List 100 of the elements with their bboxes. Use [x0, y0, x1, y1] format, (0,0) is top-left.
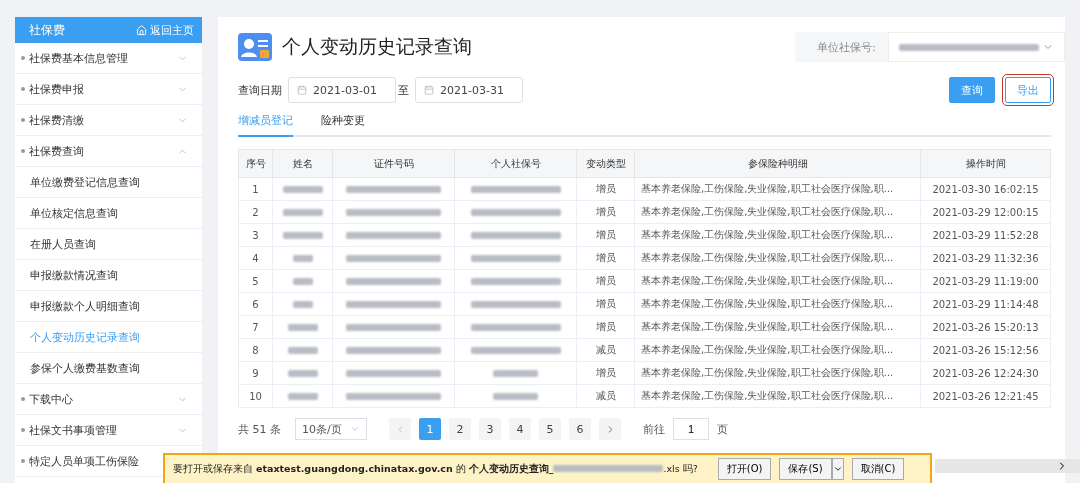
table-cell: 基本养老保险,工伤保险,失业保险,职工社会医疗保险,职...: [634, 246, 921, 270]
redacted-text: [287, 369, 318, 377]
redacted-text: [287, 392, 318, 400]
table-cell: 2021-03-26 15:20:13: [920, 315, 1051, 339]
column-header: 个人社保号: [454, 149, 577, 178]
table-cell: 9: [238, 361, 273, 385]
total-count: 共 51 条: [238, 421, 281, 437]
table-cell: 2021-03-29 12:00:15: [920, 200, 1051, 224]
table-cell: 2021-03-29 11:14:48: [920, 292, 1051, 316]
table-cell: 基本养老保险,工伤保险,失业保险,职工社会医疗保险,职...: [634, 361, 921, 385]
id-card-icon: [238, 33, 272, 61]
table-cell: 增员: [576, 292, 635, 316]
page-button[interactable]: 3: [479, 418, 501, 440]
table-cell: 2021-03-26 12:21:45: [920, 384, 1051, 408]
table-cell: 2021-03-26 15:12:56: [920, 338, 1051, 362]
calendar-icon: [424, 85, 434, 95]
column-header: 证件号码: [332, 149, 455, 178]
table-cell: 2021-03-26 12:24:30: [920, 361, 1051, 385]
redacted-text: [282, 185, 323, 193]
table-cell: 基本养老保险,工伤保险,失业保险,职工社会医疗保险,职...: [634, 177, 921, 201]
table-cell: 基本养老保险,工伤保险,失业保险,职工社会医疗保险,职...: [634, 315, 921, 339]
submenu-item[interactable]: 单位核定信息查询: [15, 198, 202, 229]
table-cell: 2021-03-29 11:32:36: [920, 246, 1051, 270]
calendar-icon: [297, 85, 307, 95]
table-cell: 10: [238, 384, 273, 408]
column-header: 序号: [238, 149, 273, 178]
sidebar-title: 社保费: [29, 21, 65, 39]
goto-label: 前往: [643, 421, 665, 437]
cancel-button[interactable]: 取消(C): [851, 458, 905, 480]
table-cell: 增员: [576, 361, 635, 385]
redacted-text: [282, 231, 323, 239]
next-page-button[interactable]: [599, 418, 621, 440]
table-cell: 增员: [576, 200, 635, 224]
open-button[interactable]: 打开(O): [717, 458, 772, 480]
redacted-text: [493, 392, 538, 400]
table-cell: 增员: [576, 177, 635, 201]
table-cell: 减员: [576, 384, 635, 408]
table-cell: 基本养老保险,工伤保险,失业保险,职工社会医疗保险,职...: [634, 338, 921, 362]
submenu-item[interactable]: 申报缴款个人明细查询: [15, 291, 202, 322]
tab[interactable]: 险种变更: [321, 113, 365, 137]
table-cell: 1: [238, 177, 273, 201]
start-date-field[interactable]: 2021-03-01: [288, 77, 396, 103]
chevron-down-icon: [350, 424, 360, 434]
table-cell: 增员: [576, 315, 635, 339]
table-cell: 增员: [576, 269, 635, 293]
table-cell: 基本养老保险,工伤保险,失业保险,职工社会医疗保险,职...: [634, 384, 921, 408]
table-cell: 4: [238, 246, 273, 270]
table-cell: 2021-03-29 11:52:28: [920, 223, 1051, 247]
table-cell: 8: [238, 338, 273, 362]
redacted-text: [287, 346, 318, 354]
goto-page-field[interactable]: 1: [673, 418, 709, 440]
page-button[interactable]: 5: [539, 418, 561, 440]
redacted-text: [287, 323, 318, 331]
table-cell: 增员: [576, 246, 635, 270]
home-icon: [136, 24, 147, 36]
redacted-text: [292, 277, 313, 285]
column-header: 操作时间: [920, 149, 1051, 178]
menu-item[interactable]: 下载中心: [15, 384, 202, 415]
unit-select[interactable]: [887, 32, 1065, 62]
submenu-item[interactable]: 申报缴款情况查询: [15, 260, 202, 291]
page-title: 个人变动历史记录查询: [282, 34, 472, 59]
caret-icon: [832, 464, 843, 474]
table-cell: 基本养老保险,工伤保险,失业保险,职工社会医疗保险,职...: [634, 200, 921, 224]
table-cell: 7: [238, 315, 273, 339]
date-separator: 至: [398, 82, 409, 98]
column-header: 参保险种明细: [634, 149, 921, 178]
table-cell: 6: [238, 292, 273, 316]
menu-item[interactable]: 社保文书事项管理: [15, 415, 202, 446]
table-cell: 减员: [576, 338, 635, 362]
menu-item[interactable]: 社保费清缴: [15, 105, 202, 136]
menu-item[interactable]: 社保费申报: [15, 74, 202, 105]
submenu-item[interactable]: 在册人员查询: [15, 229, 202, 260]
page-button[interactable]: 6: [569, 418, 591, 440]
previous-page-button[interactable]: [389, 418, 411, 440]
date-label: 查询日期: [238, 82, 282, 98]
menu-item[interactable]: 社保费查询: [15, 136, 202, 167]
table-cell: 基本养老保险,工伤保险,失业保险,职工社会医疗保险,职...: [634, 269, 921, 293]
table-cell: 3: [238, 223, 273, 247]
column-header: 姓名: [272, 149, 333, 178]
table-cell: 5: [238, 269, 273, 293]
redacted-text: [292, 300, 313, 308]
end-date-field[interactable]: 2021-03-31: [415, 77, 523, 103]
menu-item[interactable]: 社保费基本信息管理: [15, 43, 202, 74]
unit-label: 单位社保号:: [816, 39, 877, 55]
submenu-item[interactable]: 参保个人缴费基数查询: [15, 353, 202, 384]
table-cell: 基本养老保险,工伤保险,失业保险,职工社会医疗保险,职...: [634, 292, 921, 316]
page-button[interactable]: 4: [509, 418, 531, 440]
redacted-text: [282, 208, 323, 216]
table-cell: 增员: [576, 223, 635, 247]
page-button[interactable]: 2: [449, 418, 471, 440]
table-cell: 2021-03-30 16:02:15: [920, 177, 1051, 201]
table-cell: 基本养老保险,工伤保险,失业保险,职工社会医疗保险,职...: [634, 223, 921, 247]
save-button[interactable]: 保存(S): [779, 458, 832, 480]
redacted-text: [292, 254, 313, 262]
redacted-text: [493, 369, 538, 377]
horizontal-scrollbar[interactable]: [935, 459, 1080, 473]
page-suffix: 页: [717, 421, 728, 437]
column-header: 变动类型: [576, 149, 635, 178]
page-size-select[interactable]: 10条/页: [295, 418, 367, 440]
submenu-item[interactable]: 单位缴费登记信息查询: [15, 167, 202, 198]
